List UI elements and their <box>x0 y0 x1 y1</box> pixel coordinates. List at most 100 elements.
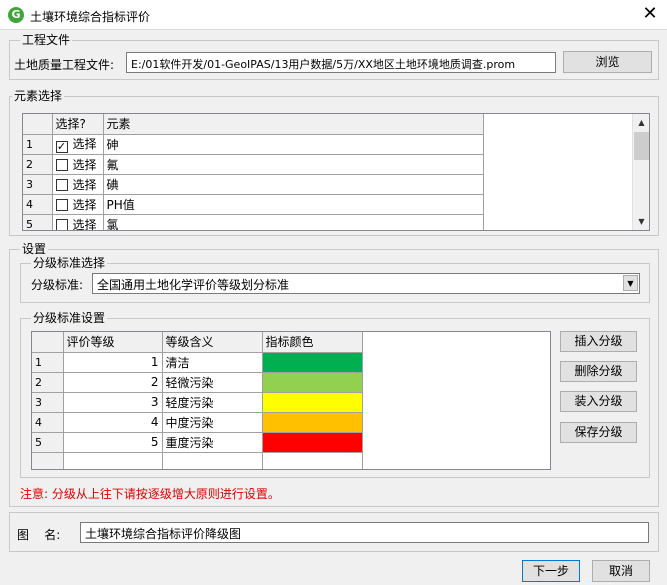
row-index <box>32 452 64 469</box>
level-cell[interactable]: 5 <box>63 432 163 453</box>
empty-cell[interactable] <box>63 452 163 469</box>
empty-cell[interactable] <box>162 452 263 469</box>
element-name-cell[interactable]: 碘 <box>103 174 484 195</box>
close-icon[interactable]: ✕ <box>637 2 663 26</box>
checkbox-label: 选择 <box>72 217 97 231</box>
browse-button[interactable]: 浏览 <box>563 51 652 73</box>
checkbox-label: 选择 <box>72 197 97 212</box>
chevron-down-icon[interactable]: ▼ <box>623 275 638 291</box>
color-swatch[interactable] <box>262 392 363 413</box>
select-cell[interactable]: 选择 <box>52 194 104 215</box>
meaning-cell[interactable]: 重度污染 <box>162 432 263 453</box>
level-cell[interactable]: 2 <box>63 372 163 393</box>
color-swatch[interactable] <box>262 372 363 393</box>
map-name-label: 图 名: <box>17 528 61 542</box>
checkbox-checked-icon[interactable]: ✓ <box>55 141 68 153</box>
element-name-cell[interactable]: PH值 <box>103 194 484 215</box>
table-row[interactable]: 2 选择 氟 <box>23 154 484 175</box>
select-cell[interactable]: ✓ 选择 <box>52 134 104 155</box>
project-file-path-field[interactable]: E:/01软件开发/01-GeoIPAS/13用户数据/5万/XX地区土地环境地… <box>126 52 556 73</box>
checkbox-label: 选择 <box>72 157 97 172</box>
checkbox-label: 选择 <box>72 177 97 192</box>
column-header-level[interactable]: 评价等级 <box>63 332 163 353</box>
table-row[interactable]: 1 ✓ 选择 砷 <box>23 134 484 155</box>
row-index: 1 <box>23 134 53 155</box>
meaning-cell[interactable]: 中度污染 <box>162 412 263 433</box>
element-grid-scrollbar[interactable]: ▲ ▼ <box>632 114 649 230</box>
grading-settings-group-label: 分级标准设置 <box>31 311 108 325</box>
table-row[interactable]: 5 5 重度污染 <box>32 432 363 453</box>
table-row[interactable]: 3 3 轻度污染 <box>32 392 363 413</box>
column-header-meaning[interactable]: 等级含义 <box>162 332 263 353</box>
insert-grade-button[interactable]: 插入分级 <box>560 331 637 352</box>
settings-group-label: 设置 <box>20 242 49 256</box>
grading-standard-value: 全国通用土地化学评价等级划分标准 <box>97 278 290 292</box>
row-header-corner <box>32 332 64 353</box>
scroll-up-arrow-icon[interactable]: ▲ <box>633 114 649 131</box>
table-row[interactable]: 1 1 清洁 <box>32 352 363 373</box>
checkbox-icon[interactable] <box>55 198 68 211</box>
element-selection-group-label: 元素选择 <box>12 89 65 103</box>
element-table: 选择? 元素 1 ✓ 选择 砷 2 选择 氟 3 选择 碘 4 选择 PH值 5 … <box>23 114 484 231</box>
project-file-label: 土地质量工程文件: <box>14 58 115 72</box>
meaning-cell[interactable]: 清洁 <box>162 352 263 373</box>
scroll-down-arrow-icon[interactable]: ▼ <box>633 213 649 230</box>
grading-note: 注意: 分级从上往下请按逐级增大原则进行设置。 <box>20 487 280 501</box>
delete-grade-button[interactable]: 删除分级 <box>560 361 637 382</box>
element-grid: 选择? 元素 1 ✓ 选择 砷 2 选择 氟 3 选择 碘 4 选择 PH值 5 … <box>22 113 650 231</box>
checkbox-icon[interactable] <box>55 178 68 191</box>
row-index: 3 <box>23 174 53 195</box>
row-header-corner <box>23 114 53 135</box>
map-name-field[interactable]: 土壤环境综合指标评价降级图 <box>80 522 649 543</box>
checkbox-icon[interactable] <box>55 158 68 171</box>
row-index: 4 <box>23 194 53 215</box>
select-cell[interactable]: 选择 <box>52 154 104 175</box>
scroll-thumb[interactable] <box>634 132 649 160</box>
table-row[interactable]: 2 2 轻微污染 <box>32 372 363 393</box>
empty-cell[interactable] <box>262 452 363 469</box>
checkbox-icon[interactable] <box>55 218 68 230</box>
row-index: 5 <box>23 214 53 230</box>
select-cell[interactable]: 选择 <box>52 174 104 195</box>
level-cell[interactable]: 3 <box>63 392 163 413</box>
table-row[interactable]: 4 4 中度污染 <box>32 412 363 433</box>
app-logo-icon: G <box>8 7 24 23</box>
grading-table-header: 评价等级 等级含义 指标颜色 <box>32 332 363 353</box>
load-grade-button[interactable]: 装入分级 <box>560 391 637 412</box>
column-header-element[interactable]: 元素 <box>103 114 484 135</box>
grading-table: 评价等级 等级含义 指标颜色 1 1 清洁 2 2 轻微污染 3 3 轻度污染 … <box>32 332 363 469</box>
element-name-cell[interactable]: 氟 <box>103 154 484 175</box>
select-cell[interactable]: 选择 <box>52 214 104 231</box>
standard-label: 分级标准: <box>31 278 84 292</box>
row-index: 4 <box>32 412 64 433</box>
level-cell[interactable]: 4 <box>63 412 163 433</box>
window-title: 土壤环境综合指标评价 <box>30 10 151 24</box>
meaning-cell[interactable]: 轻度污染 <box>162 392 263 413</box>
grading-standard-select[interactable]: 全国通用土地化学评价等级划分标准 <box>92 273 640 294</box>
element-name-cell[interactable]: 砷 <box>103 134 484 155</box>
row-index: 1 <box>32 352 64 373</box>
meaning-cell[interactable]: 轻微污染 <box>162 372 263 393</box>
column-header-select[interactable]: 选择? <box>52 114 104 135</box>
next-button[interactable]: 下一步 <box>522 560 580 582</box>
element-table-header: 选择? 元素 <box>23 114 484 135</box>
table-row[interactable]: 4 选择 PH值 <box>23 194 484 215</box>
column-header-color[interactable]: 指标颜色 <box>262 332 363 353</box>
color-swatch[interactable] <box>262 412 363 433</box>
color-swatch[interactable] <box>262 352 363 373</box>
table-row[interactable]: 3 选择 碘 <box>23 174 484 195</box>
table-row[interactable]: 5 选择 氯 <box>23 214 484 231</box>
element-name-cell[interactable]: 氯 <box>103 214 484 230</box>
project-group-label: 工程文件 <box>20 33 73 47</box>
color-swatch[interactable] <box>262 432 363 453</box>
row-index: 3 <box>32 392 64 413</box>
save-grade-button[interactable]: 保存分级 <box>560 422 637 443</box>
standard-selection-group-label: 分级标准选择 <box>31 256 108 270</box>
row-index: 5 <box>32 432 64 453</box>
cancel-button[interactable]: 取消 <box>592 560 650 582</box>
table-row-empty[interactable] <box>32 452 363 469</box>
grading-grid: 评价等级 等级含义 指标颜色 1 1 清洁 2 2 轻微污染 3 3 轻度污染 … <box>31 331 551 470</box>
row-index: 2 <box>32 372 64 393</box>
level-cell[interactable]: 1 <box>63 352 163 373</box>
checkbox-label: 选择 <box>72 137 97 151</box>
